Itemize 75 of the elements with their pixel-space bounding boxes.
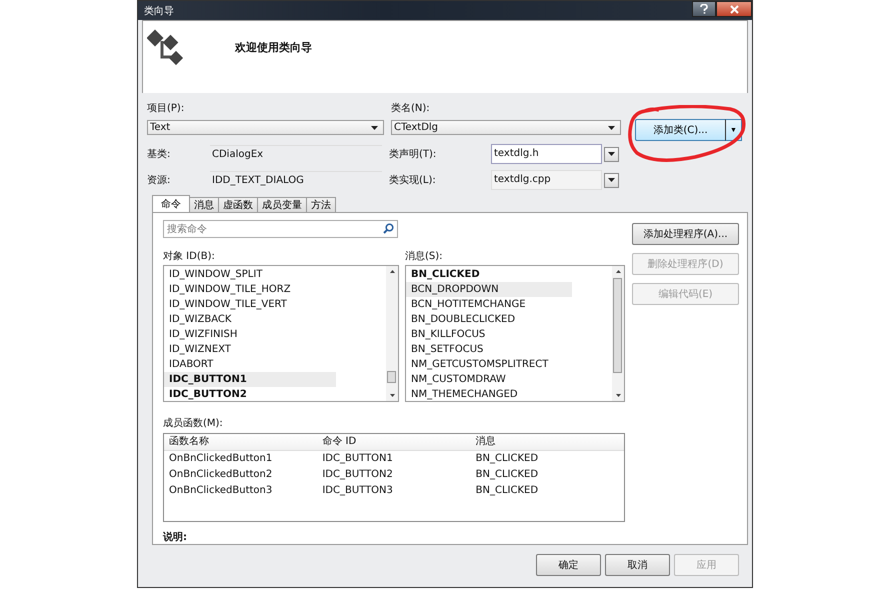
class-implementation-field[interactable]: textdlg.cpp <box>491 170 602 190</box>
scrollbar[interactable] <box>612 266 624 401</box>
list-item[interactable]: NM_CUSTOMDRAW <box>406 372 572 387</box>
class-name-label: 类名(N): <box>391 102 431 115</box>
list-item[interactable]: BN_CLICKED <box>406 267 572 282</box>
tab[interactable]: 成员变量 <box>257 197 307 212</box>
scroll-down-icon <box>616 394 620 397</box>
search-field[interactable]: 搜索命令 <box>163 220 398 238</box>
messages-label: 消息(S): <box>405 250 444 263</box>
handler-button[interactable]: 添加处理程序(A)... <box>632 223 739 245</box>
scroll-up-icon <box>616 270 620 273</box>
table-cell-text: BN_CLICKED <box>474 468 540 482</box>
scrollbar-thumb[interactable] <box>613 278 622 373</box>
class-declaration-field[interactable]: textdlg.h <box>491 144 602 164</box>
list-item[interactable]: ID_WINDOW_SPLIT <box>164 267 336 282</box>
table-cell-text: IDC_BUTTON2 <box>321 468 394 482</box>
list-item[interactable]: ID_WINDOW_TILE_HORZ <box>164 282 336 297</box>
table-cell-text: OnBnClickedButton1 <box>168 452 274 466</box>
dropdown-icon <box>371 126 378 130</box>
list-item[interactable]: BCN_DROPDOWN <box>406 282 572 297</box>
resource-label: 资源: <box>147 174 172 187</box>
column-header[interactable]: 命令 ID <box>317 434 471 450</box>
list-item[interactable]: BN_DOUBLECLICKED <box>406 312 572 327</box>
dialog-button[interactable]: 取消 <box>605 554 670 576</box>
table-cell-text: IDC_BUTTON3 <box>321 484 394 498</box>
scroll-down-icon <box>390 394 394 397</box>
list-item[interactable]: BN_SETFOCUS <box>406 342 572 357</box>
class-implementation-label: 类实现(L): <box>389 174 437 187</box>
tab[interactable]: 命令 <box>152 195 190 212</box>
list-item[interactable]: NM_THEMECHANGED <box>406 387 572 401</box>
close-icon <box>730 4 738 14</box>
scrollbar-thumb[interactable] <box>387 371 396 383</box>
list-item[interactable]: NM_GETCUSTOMSPLITRECT <box>406 357 572 372</box>
list-item[interactable]: BN_KILLFOCUS <box>406 327 572 342</box>
list-item[interactable]: IDC_BUTTON1 <box>164 372 336 387</box>
dropdown-button[interactable] <box>604 172 619 188</box>
class-declaration-label: 类声明(T): <box>389 148 438 161</box>
close-button[interactable] <box>716 1 752 17</box>
list-item[interactable]: ID_WIZNEXT <box>164 342 336 357</box>
scroll-up-icon <box>390 270 394 273</box>
help-icon <box>700 4 708 14</box>
table-cell-text: OnBnClickedButton2 <box>168 468 274 482</box>
dropdown-button[interactable] <box>604 146 619 162</box>
project-label: 项目(P): <box>147 102 186 115</box>
description-label: 说明: <box>163 530 188 544</box>
add-class-button[interactable]: 添加类(C)... <box>635 119 725 141</box>
tab[interactable]: 虚函数 <box>218 197 258 212</box>
tab[interactable]: 方法 <box>306 197 336 212</box>
member-functions-label: 成员函数(M): <box>163 416 224 430</box>
list-item[interactable]: IDC_BUTTON2 <box>164 387 336 401</box>
table-cell-text: BN_CLICKED <box>474 484 540 498</box>
base-class-label: 基类: <box>147 148 172 161</box>
list-item[interactable]: BCN_HOTITEMCHANGE <box>406 297 572 312</box>
project-dropdown[interactable]: Text <box>147 120 384 135</box>
list-item[interactable]: ID_WIZBACK <box>164 312 336 327</box>
list-item[interactable]: IDABORT <box>164 357 336 372</box>
help-button[interactable] <box>692 1 716 17</box>
table-cell-text: IDC_BUTTON1 <box>321 452 394 466</box>
window-title: 类向导 <box>144 4 174 18</box>
class-name-dropdown[interactable]: CTextDlg <box>391 120 621 135</box>
list-item[interactable]: ID_WIZFINISH <box>164 327 336 342</box>
dropdown-icon <box>608 152 615 156</box>
column-header[interactable]: 消息 <box>470 434 624 450</box>
dropdown-icon <box>608 178 615 182</box>
scrollbar[interactable] <box>386 266 398 401</box>
table-cell-text: BN_CLICKED <box>474 452 540 466</box>
table-cell-text: OnBnClickedButton3 <box>168 484 274 498</box>
header-title: 欢迎使用类向导 <box>235 40 312 55</box>
list-item[interactable]: ID_WINDOW_TILE_VERT <box>164 297 336 312</box>
dialog-button[interactable]: 确定 <box>536 554 601 576</box>
column-header[interactable]: 函数名称 <box>164 434 318 450</box>
search-icon <box>383 223 394 234</box>
object-id-label: 对象 ID(B): <box>163 250 216 263</box>
dropdown-icon <box>608 126 615 130</box>
tab[interactable]: 消息 <box>189 197 219 212</box>
